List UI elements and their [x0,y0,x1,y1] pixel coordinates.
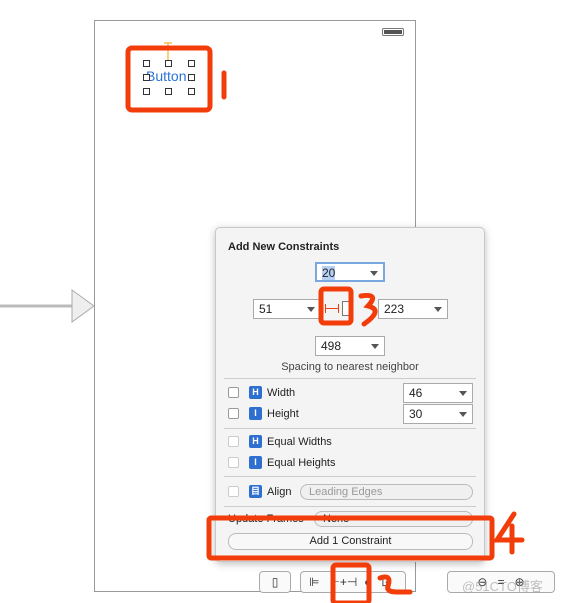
resolve-icon[interactable]: ● [364,575,371,589]
width-dropdown[interactable]: 46 [403,383,473,403]
resize-handle[interactable] [143,88,150,95]
add-constraints-popover: Add New Constraints 20 51 223 498 Spacin… [215,227,485,562]
layout-toolbar[interactable]: ⊫ ⊢+⊣ ● ⊡ [300,571,406,593]
equal-heights-icon: I [249,456,262,469]
view-placeholder [342,301,351,316]
resize-handle[interactable] [188,88,195,95]
height-icon: I [249,407,262,420]
align-icon[interactable]: ⊫ [309,575,319,589]
align-dropdown[interactable]: Leading Edges [300,484,473,500]
equal-widths-label: Equal Widths [267,436,332,448]
width-checkbox[interactable] [228,387,239,398]
update-frames-label: Update Frames [228,513,304,525]
add-constraint-button[interactable]: Add 1 Constraint [228,533,473,550]
resize-handle[interactable] [165,88,172,95]
resize-handle[interactable] [165,60,172,67]
align-label: Align [267,486,292,498]
top-spacing-value: 20 [322,266,336,280]
width-icon: H [249,386,262,399]
pin-icon[interactable]: ⊢+⊣ [329,575,357,589]
left-spacing-dropdown[interactable]: 51 [253,299,321,319]
resizing-icon[interactable]: ⊡ [381,575,391,589]
battery-icon [382,28,404,36]
resize-handle[interactable] [143,74,150,81]
bottom-spacing-dropdown[interactable]: 498 [315,336,385,356]
equal-widths-icon: H [249,435,262,448]
right-spacing-dropdown[interactable]: 223 [378,299,448,319]
equal-heights-checkbox[interactable] [228,457,239,468]
resize-handle[interactable] [143,60,150,67]
top-spacing-dropdown[interactable]: 20 [315,262,385,282]
update-frames-dropdown[interactable]: None [314,511,473,527]
watermark: @51CTO博客 [462,579,543,594]
equal-widths-checkbox[interactable] [228,436,239,447]
width-label: Width [267,387,296,399]
button-element[interactable]: Button [146,68,186,84]
popover-title: Add New Constraints [228,241,340,253]
align-icon: 目 [249,485,262,498]
leading-constraint-icon[interactable] [325,302,339,316]
resize-handle[interactable] [188,60,195,67]
equal-heights-label: Equal Heights [267,457,336,469]
height-checkbox[interactable] [228,408,239,419]
height-label: Height [267,408,299,420]
height-dropdown[interactable]: 30 [403,404,473,424]
spacing-caption: Spacing to nearest neighbor [281,361,419,373]
simulated-metrics-button[interactable]: ▯ [259,571,291,593]
resize-handle[interactable] [188,74,195,81]
align-checkbox[interactable] [228,486,239,497]
